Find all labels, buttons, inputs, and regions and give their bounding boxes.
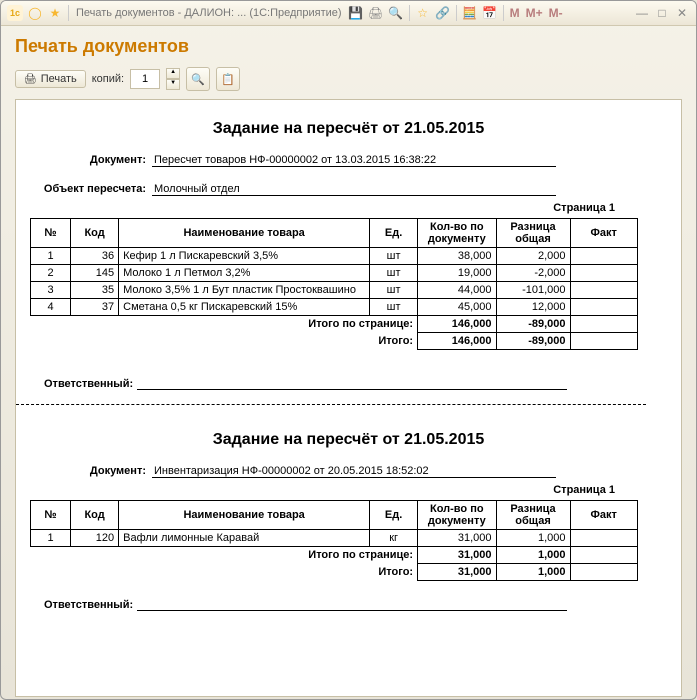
col-num: № <box>31 501 71 530</box>
copies-down[interactable]: ▼ <box>166 79 180 90</box>
doc-field-value: Инвентаризация НФ-00000002 от 20.05.2015… <box>152 465 556 478</box>
col-name: Наименование товара <box>119 219 370 248</box>
print-preview-viewer[interactable]: Задание на пересчёт от 21.05.2015 Докуме… <box>15 99 682 697</box>
col-fact: Факт <box>570 219 637 248</box>
window-title: Печать документов - ДАЛИОН: ... (1С:Пред… <box>76 7 342 19</box>
separator <box>456 5 457 21</box>
calc-icon[interactable]: 🧮 <box>462 5 478 21</box>
page-number: Страница 1 <box>26 484 615 496</box>
responsible-label: Ответственный: <box>44 378 133 390</box>
mem-m[interactable]: M <box>510 6 520 20</box>
doc-field-row: Документ: Инвентаризация НФ-00000002 от … <box>26 465 671 478</box>
document-block: Задание на пересчёт от 21.05.2015 Докуме… <box>16 100 681 398</box>
calendar-icon[interactable]: 📅 <box>482 5 498 21</box>
col-qty: Кол-во по документу <box>418 501 496 530</box>
zoom-button[interactable]: 🔍 <box>186 67 210 91</box>
maximize-button[interactable]: □ <box>652 5 672 21</box>
document-block: Задание на пересчёт от 21.05.2015 Докуме… <box>16 411 681 619</box>
col-diff: Разница общая <box>496 501 570 530</box>
page-total-row: Итого по странице:146,000-89,000 <box>31 316 638 333</box>
responsible-line <box>137 599 567 611</box>
page-separator <box>16 404 646 405</box>
grand-total-row: Итого:31,0001,000 <box>31 564 638 581</box>
data-table: № Код Наименование товара Ед. Кол-во по … <box>30 500 638 581</box>
page-title: Печать документов <box>15 36 682 57</box>
copies-stepper: ▲ ▼ <box>166 68 180 90</box>
col-name: Наименование товара <box>119 501 370 530</box>
print-button-label: Печать <box>41 73 77 85</box>
separator <box>68 5 69 21</box>
col-unit: Ед. <box>370 501 418 530</box>
magnifier-icon: 🔍 <box>191 73 205 86</box>
col-fact: Факт <box>570 501 637 530</box>
col-num: № <box>31 219 71 248</box>
page-header: Печать документов <box>1 26 696 63</box>
doc-field-value: Пересчет товаров НФ-00000002 от 13.03.20… <box>152 154 556 167</box>
mem-mminus[interactable]: M- <box>549 6 563 20</box>
separator <box>503 5 504 21</box>
col-code: Код <box>71 501 119 530</box>
doc-title: Задание на пересчёт от 21.05.2015 <box>26 431 671 449</box>
star-icon[interactable]: ★ <box>47 5 63 21</box>
toolbar: 🖨 Печать копий: ▲ ▼ 🔍 📋 <box>1 63 696 99</box>
table-row: 437Сметана 0,5 кг Пискаревский 15%шт45,0… <box>31 299 638 316</box>
object-field-row: Объект пересчета: Молочный отдел <box>26 183 671 196</box>
col-diff: Разница общая <box>496 219 570 248</box>
page-total-row: Итого по странице:31,0001,000 <box>31 547 638 564</box>
template-icon: 📋 <box>221 73 235 86</box>
preview-icon[interactable]: 🔍 <box>388 5 404 21</box>
doc-field-label: Документ: <box>26 154 152 167</box>
save-icon[interactable]: 💾 <box>348 5 364 21</box>
table-row: 1120Вафли лимонные Каравайкг31,0001,000 <box>31 530 638 547</box>
fav-add-icon[interactable]: ☆ <box>415 5 431 21</box>
close-button[interactable]: ✕ <box>672 5 692 21</box>
data-table: № Код Наименование товара Ед. Кол-во по … <box>30 218 638 350</box>
titlebar: 1c ◯ ★ Печать документов - ДАЛИОН: ... (… <box>1 1 696 26</box>
printer-icon: 🖨 <box>24 74 37 85</box>
object-field-value: Молочный отдел <box>152 183 556 196</box>
col-qty: Кол-во по документу <box>418 219 496 248</box>
page-number: Страница 1 <box>26 202 615 214</box>
responsible-row: Ответственный: <box>44 378 671 390</box>
copies-label: копий: <box>92 73 124 85</box>
link-icon[interactable]: 🔗 <box>435 5 451 21</box>
mem-mplus[interactable]: M+ <box>526 6 543 20</box>
template-button[interactable]: 📋 <box>216 67 240 91</box>
table-header-row: № Код Наименование товара Ед. Кол-во по … <box>31 501 638 530</box>
copies-up[interactable]: ▲ <box>166 68 180 79</box>
separator <box>409 5 410 21</box>
col-code: Код <box>71 219 119 248</box>
responsible-line <box>137 378 567 390</box>
copies-input[interactable] <box>130 69 160 89</box>
table-header-row: № Код Наименование товара Ед. Кол-во по … <box>31 219 638 248</box>
print-icon[interactable]: 🖨 <box>368 5 384 21</box>
col-unit: Ед. <box>370 219 418 248</box>
nav-back-icon[interactable]: ◯ <box>27 5 43 21</box>
responsible-label: Ответственный: <box>44 599 133 611</box>
print-button[interactable]: 🖨 Печать <box>15 70 86 88</box>
responsible-row: Ответственный: <box>44 599 671 611</box>
table-row: 2145Молоко 1 л Петмол 3,2%шт19,000-2,000 <box>31 265 638 282</box>
object-field-label: Объект пересчета: <box>26 183 152 196</box>
minimize-button[interactable]: — <box>632 5 652 21</box>
doc-field-label: Документ: <box>26 465 152 478</box>
table-row: 335Молоко 3,5% 1 л Бут пластик Простоква… <box>31 282 638 299</box>
app-window: 1c ◯ ★ Печать документов - ДАЛИОН: ... (… <box>0 0 697 700</box>
grand-total-row: Итого:146,000-89,000 <box>31 333 638 350</box>
doc-field-row: Документ: Пересчет товаров НФ-00000002 о… <box>26 154 671 167</box>
app-logo-icon: 1c <box>7 5 23 21</box>
doc-title: Задание на пересчёт от 21.05.2015 <box>26 120 671 138</box>
table-row: 136Кефир 1 л Пискаревский 3,5%шт38,0002,… <box>31 248 638 265</box>
